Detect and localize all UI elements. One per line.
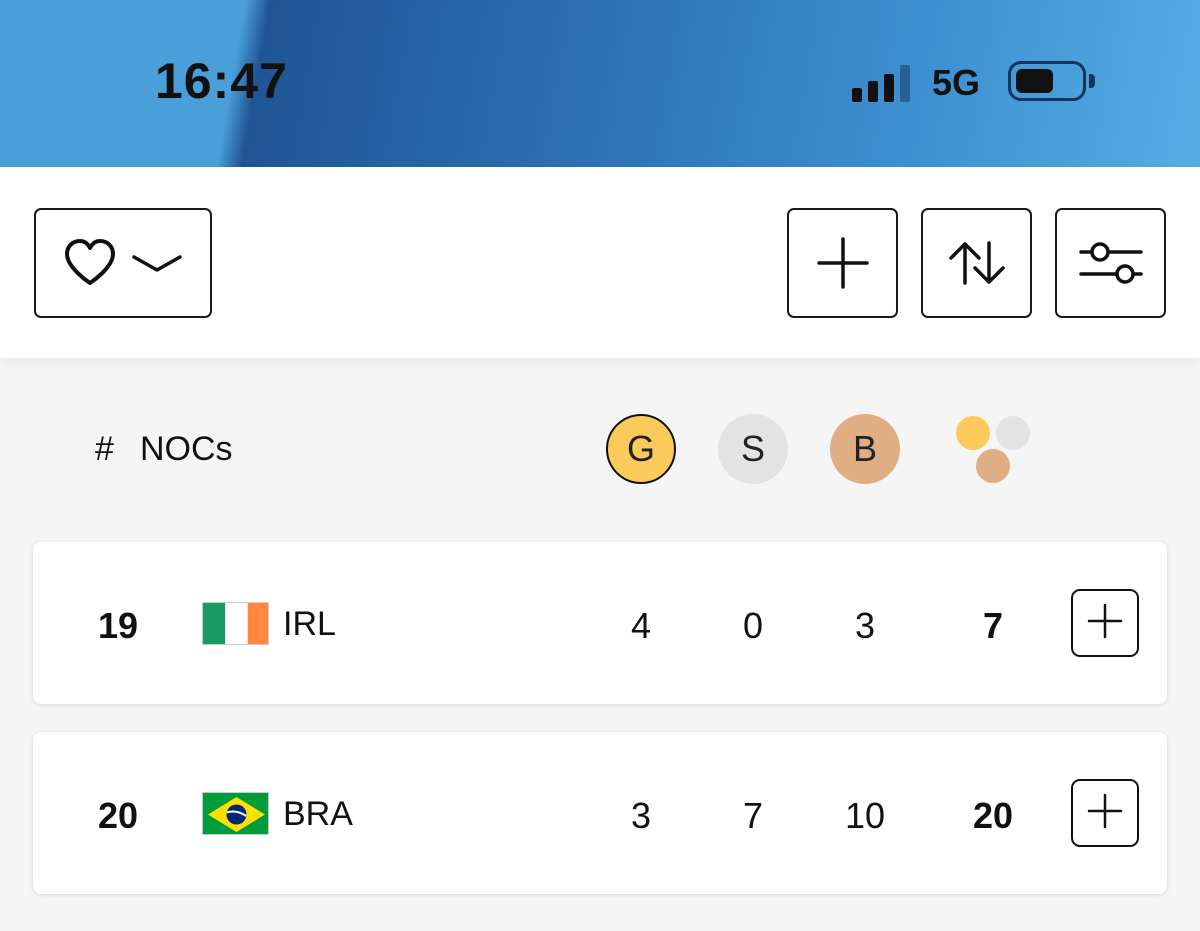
battery-tip: [1089, 74, 1095, 88]
bronze-count: 10: [844, 795, 886, 836]
noc-code: IRL: [283, 605, 336, 643]
sliders-icon: [1078, 239, 1143, 287]
rank-value: 19: [97, 605, 139, 646]
noc-code: BRA: [283, 795, 353, 833]
expand-row-button[interactable]: [1071, 779, 1139, 847]
rank-value: 20: [97, 795, 139, 836]
medals-total-icon[interactable]: [954, 414, 1034, 486]
total-count: 20: [972, 795, 1014, 836]
ireland-flag: [202, 602, 269, 645]
plus-icon: [1086, 792, 1124, 835]
signal-strength-icon: [852, 62, 914, 102]
silver-count: 0: [742, 605, 764, 646]
rank-header: #: [95, 430, 114, 468]
toolbar: [0, 167, 1200, 358]
heart-icon: [63, 238, 117, 288]
gold-count: 3: [630, 795, 652, 836]
chevron-down-icon: [131, 251, 183, 275]
expand-row-button[interactable]: [1071, 589, 1139, 657]
total-count: 7: [982, 605, 1004, 646]
table-row[interactable]: 20 BRA 3 7 10 20: [33, 732, 1167, 894]
nocs-header: NOCs: [140, 430, 233, 468]
bronze-count: 3: [854, 605, 876, 646]
battery-level: [1016, 69, 1053, 93]
silver-count: 7: [742, 795, 764, 836]
gold-label: G: [626, 428, 655, 469]
brazil-flag: [202, 792, 269, 835]
bronze-medal-header[interactable]: B: [830, 414, 900, 484]
status-bar: 16:47 5G: [0, 0, 1200, 167]
sort-button[interactable]: [921, 208, 1032, 318]
clock: 16:47: [155, 53, 288, 109]
silver-medal-header[interactable]: S: [718, 414, 788, 484]
add-button[interactable]: [787, 208, 898, 318]
sort-arrows-icon: [945, 239, 1009, 287]
bronze-label: B: [852, 428, 877, 469]
network-type: 5G: [932, 62, 981, 103]
plus-icon: [1086, 602, 1124, 645]
filter-button[interactable]: [1055, 208, 1166, 318]
favorites-dropdown-button[interactable]: [34, 208, 212, 318]
table-row[interactable]: 19 IRL 4 0 3 7: [33, 542, 1167, 704]
medal-table-header: # NOCs G S B: [0, 400, 1200, 500]
gold-count: 4: [630, 605, 652, 646]
battery-icon: [1008, 61, 1086, 101]
plus-icon: [815, 235, 871, 291]
gold-medal-header[interactable]: G: [606, 414, 676, 484]
silver-label: S: [740, 428, 765, 469]
